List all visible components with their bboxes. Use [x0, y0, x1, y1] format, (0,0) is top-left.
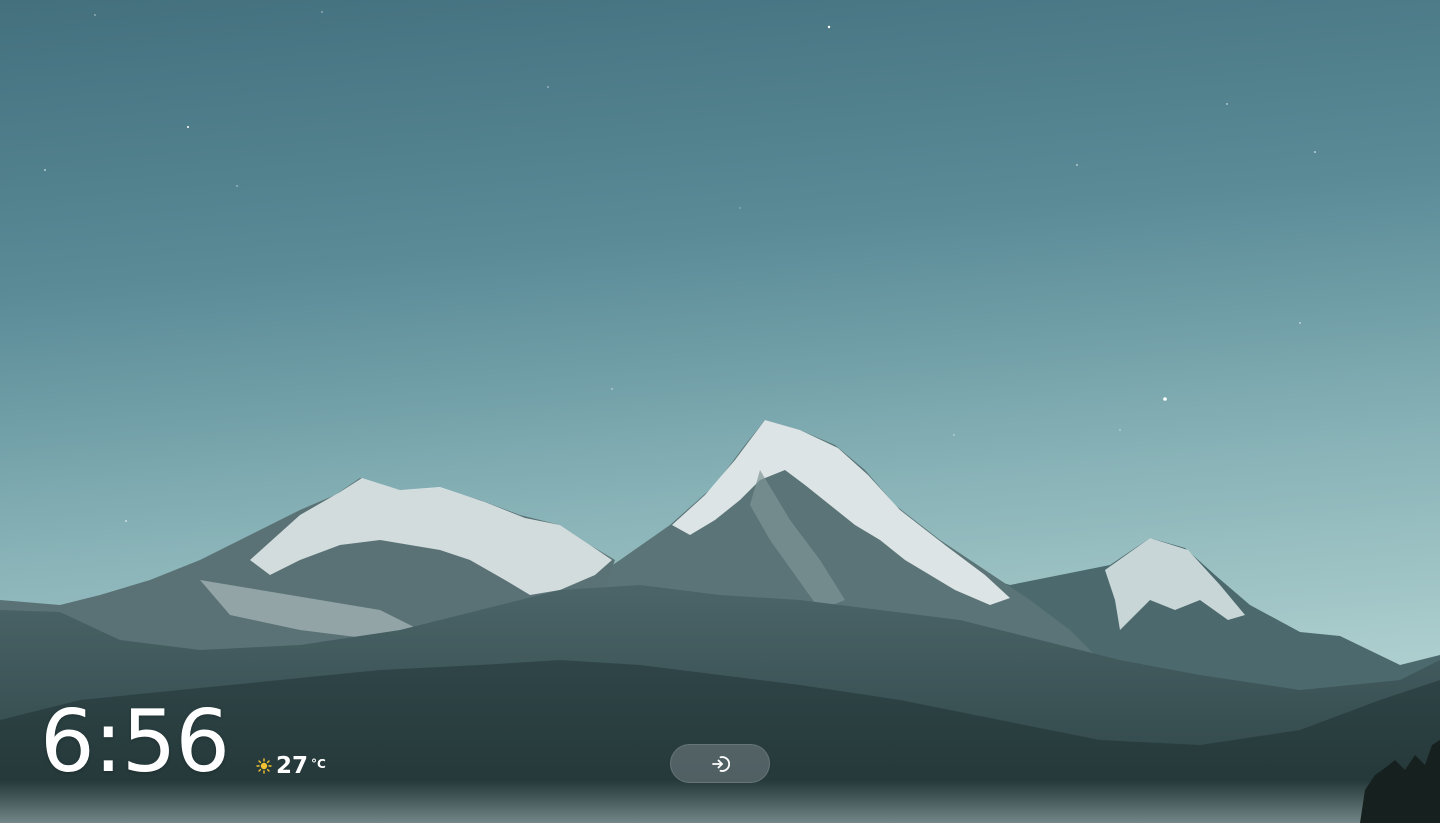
- sun-icon: [256, 758, 272, 774]
- temperature-value: 27: [276, 753, 309, 779]
- weather-widget: 27 °C: [256, 752, 326, 780]
- temperature-unit: °C: [311, 757, 326, 771]
- clock-time: 6:56: [40, 692, 230, 792]
- login-button[interactable]: [670, 744, 770, 783]
- lock-screen: 6:56 27 °C: [0, 0, 1440, 823]
- login-arrow-icon: [712, 755, 730, 772]
